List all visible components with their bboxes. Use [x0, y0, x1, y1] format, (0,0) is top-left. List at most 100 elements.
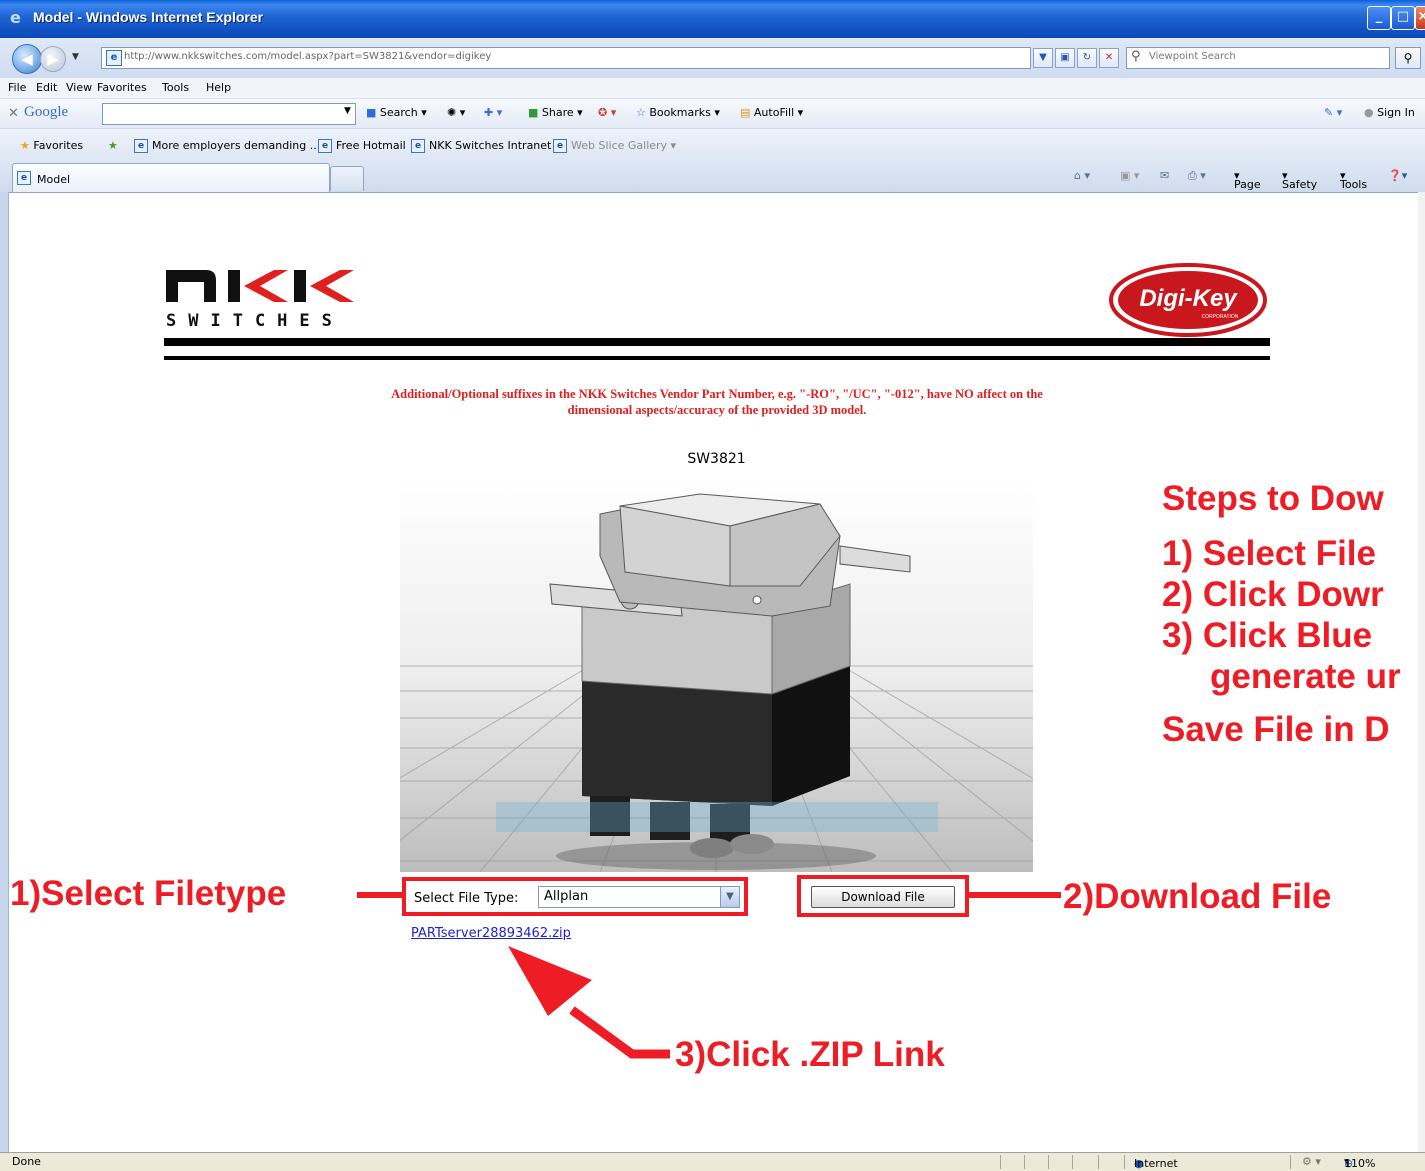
steps-item-3-continued: generate ur — [1210, 657, 1401, 696]
favorite-link-1-label: More employers demanding ... — [152, 139, 321, 152]
share-icon: ■ — [528, 106, 539, 119]
minimize-button[interactable]: _ — [1367, 6, 1391, 30]
header-rule-thin — [164, 356, 1270, 360]
stop-icon[interactable]: ✕ — [1099, 48, 1119, 68]
google-search-input[interactable] — [102, 103, 356, 125]
tab-model[interactable]: e Model — [12, 163, 330, 192]
autofill-icon: ▤ — [740, 106, 751, 119]
ie-page-icon: e — [411, 139, 425, 153]
annotation-download-file: 2)Download File — [1063, 877, 1332, 916]
maximize-button[interactable]: □ — [1391, 6, 1415, 30]
sign-in-button[interactable]: ● Sign In — [1364, 106, 1415, 119]
google-search-label: Search — [379, 106, 418, 119]
status-text: Done — [12, 1155, 41, 1168]
favorite-link-2[interactable]: e Free Hotmail — [318, 139, 406, 153]
suffix-notice: Additional/Optional suffixes in the NKK … — [164, 386, 1270, 418]
close-button[interactable]: × — [1415, 6, 1425, 30]
address-field[interactable]: e http://www.nkkswitches.com/model.aspx?… — [101, 47, 1031, 69]
tab-model-label: Model — [37, 173, 71, 186]
favorites-star-icon: ★ — [20, 139, 30, 152]
google-extras-icon[interactable]: ✺ ▾ — [447, 106, 465, 119]
menu-view[interactable]: View — [66, 81, 92, 94]
translate-icon[interactable]: ✪ ▾ — [598, 106, 616, 119]
page-menu[interactable]: Page ▾ — [1234, 169, 1261, 191]
page-menu-label: Page — [1234, 178, 1261, 191]
status-bar: Done ● Internet ⚙ ▾ ⊕ 110% ▾ — [0, 1152, 1425, 1171]
bookmarks-button[interactable]: ☆ Bookmarks ▾ — [636, 106, 720, 119]
favorite-link-4[interactable]: e Web Slice Gallery ▾ — [553, 139, 676, 153]
menu-edit[interactable]: Edit — [36, 81, 57, 94]
google-search-dropdown-icon[interactable]: ▼ — [344, 106, 351, 116]
download-file-button[interactable]: Download File — [811, 886, 955, 908]
search-placeholder: Viewpoint Search — [1149, 51, 1236, 62]
share-button[interactable]: ■ Share ▾ — [528, 106, 583, 119]
zoom-level: 110% — [1344, 1157, 1376, 1170]
steps-item-3: 3) Click Blue — [1162, 616, 1373, 655]
header-rule-thick — [164, 338, 1270, 346]
favorite-link-4-label: Web Slice Gallery — [571, 139, 668, 152]
annotation-select-filetype: 1)Select Filetype — [10, 874, 287, 913]
menu-bar: File Edit View Favorites Tools Help — [0, 78, 1425, 98]
3d-model-viewer[interactable] — [400, 476, 1033, 872]
google-toolbar: ✕ Google ▼ ■ Search ▾ ✺ ▾ ✚ ▾ ■ Share ▾ … — [0, 98, 1425, 129]
3d-model-render — [400, 493, 1033, 872]
menu-file[interactable]: File — [8, 81, 26, 94]
home-icon[interactable]: ⌂ ▾ — [1074, 169, 1090, 182]
google-search-icon: ■ — [366, 106, 377, 119]
digikey-logo-subtext: CORPORATION — [1202, 314, 1239, 320]
tools-menu[interactable]: Tools ▾ — [1340, 169, 1367, 191]
menu-help[interactable]: Help — [206, 81, 231, 94]
safety-menu-label: Safety — [1282, 178, 1318, 191]
mail-icon[interactable]: ✉ — [1160, 169, 1169, 182]
menu-tools[interactable]: Tools — [162, 81, 189, 94]
print-icon[interactable]: ⎙ ▾ — [1188, 169, 1206, 183]
google-search-button[interactable]: ■ Search ▾ — [366, 106, 427, 119]
close-toolbar-icon[interactable]: ✕ — [8, 106, 19, 121]
back-button[interactable]: ◀ — [12, 44, 42, 74]
favorite-link-3[interactable]: e NKK Switches Intranet — [411, 139, 551, 153]
steps-title: Steps to Dow — [1162, 479, 1384, 518]
menu-favorites[interactable]: Favorites — [97, 81, 147, 94]
autofill-button[interactable]: ▤ AutoFill ▾ — [740, 106, 803, 119]
share-label: Share — [541, 106, 574, 119]
chevron-down-icon[interactable]: ▼ — [720, 887, 739, 907]
address-dropdown-icon[interactable]: ▼ — [1033, 48, 1053, 68]
viewer-toolbar[interactable] — [496, 802, 938, 832]
arrow-line-3 — [569, 1006, 670, 1059]
favorite-link-3-label: NKK Switches Intranet — [429, 139, 552, 152]
safety-menu[interactable]: Safety ▾ — [1282, 169, 1317, 191]
digikey-logo-text: Digi-Key — [1139, 285, 1238, 312]
favorites-bar: ★ Favorites ★ e More employers demanding … — [0, 128, 1425, 161]
refresh-icon[interactable]: ↻ — [1077, 48, 1097, 68]
new-tab-button[interactable] — [330, 166, 364, 191]
search-go-icon[interactable]: ⚲ — [1395, 47, 1421, 69]
recent-pages-dropdown-icon[interactable]: ▼ — [72, 52, 79, 62]
favorites-button[interactable]: ★ Favorites — [20, 139, 83, 152]
help-icon[interactable]: ❓▾ — [1388, 169, 1407, 182]
google-add-icon[interactable]: ✚ ▾ — [484, 106, 502, 119]
window-title: Model - Windows Internet Explorer — [33, 9, 264, 25]
compatibility-view-icon[interactable]: ▣ — [1055, 48, 1075, 68]
vertical-scrollbar[interactable] — [1418, 192, 1425, 1152]
add-favorite-icon[interactable]: ★ — [108, 139, 118, 152]
nkk-logo-text: SWITCHES — [166, 311, 344, 331]
search-field[interactable]: ⚲ Viewpoint Search — [1126, 47, 1390, 69]
forward-button[interactable]: ▶ — [40, 46, 66, 72]
steps-item-1: 1) Select File — [1162, 534, 1376, 573]
feeds-icon[interactable]: ▣ ▾ — [1120, 169, 1139, 182]
favorite-link-2-label: Free Hotmail — [336, 139, 406, 152]
file-type-value: Allplan — [544, 889, 589, 904]
favorite-link-1[interactable]: e More employers demanding ... — [134, 139, 320, 153]
window-titlebar: e Model - Windows Internet Explorer _ □ … — [0, 0, 1425, 38]
tab-bar: e Model ⌂ ▾ ▣ ▾ ✉ ⎙ ▾ Page ▾ Safety ▾ To… — [0, 160, 1425, 193]
wrench-icon[interactable]: ✎ ▾ — [1324, 106, 1342, 119]
arrow-line-1 — [357, 892, 402, 898]
page-icon: e — [106, 50, 122, 66]
zoom-control[interactable]: ⊕ 110% ▾ — [1344, 1155, 1375, 1170]
star-icon: ☆ — [636, 106, 646, 119]
protected-mode-icon[interactable]: ⚙ ▾ — [1302, 1155, 1321, 1168]
address-url: http://www.nkkswitches.com/model.aspx?pa… — [124, 51, 492, 62]
zip-download-link[interactable]: PARTserver28893462.zip — [411, 926, 571, 941]
address-toolbar: ◀ ▶ ▼ e http://www.nkkswitches.com/model… — [0, 38, 1425, 79]
file-type-select[interactable]: Allplan ▼ — [538, 886, 740, 908]
